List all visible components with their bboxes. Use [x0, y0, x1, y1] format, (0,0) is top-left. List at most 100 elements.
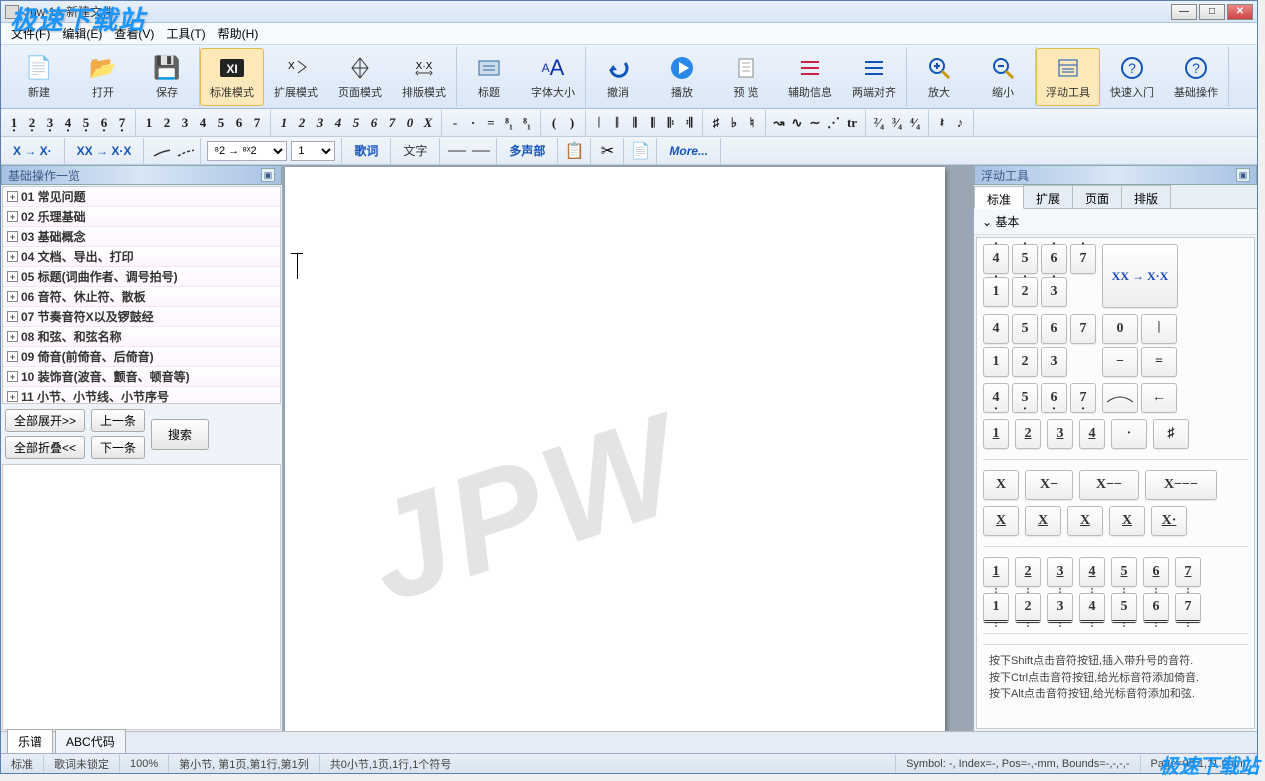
expand-icon[interactable]: + — [7, 351, 18, 362]
pad-chord1-1[interactable]: 2 — [1015, 557, 1041, 587]
pad-1[interactable]: 1 — [983, 347, 1009, 377]
tab-score[interactable]: 乐谱 — [7, 729, 53, 753]
tb2-r1-0[interactable]: 1 — [5, 112, 23, 134]
fontsize-button[interactable]: AA字体大小 — [521, 48, 585, 106]
tree-item-9[interactable]: +09 倚音(前倚音、后倚音) — [3, 347, 280, 367]
tree-item-5[interactable]: +05 标题(词曲作者、调号拍号) — [3, 267, 280, 287]
pad-chord1-0[interactable]: 1 — [983, 557, 1009, 587]
pad-x-0[interactable]: X — [983, 470, 1019, 500]
pad-bar[interactable]: 𝄀 — [1141, 314, 1177, 344]
pad-chord2-4[interactable]: 5 — [1111, 593, 1137, 623]
hline2-icon[interactable] — [470, 142, 490, 160]
floattool-button[interactable]: 浮动工具 — [1036, 48, 1100, 106]
pad-chord2-3[interactable]: 4 — [1079, 593, 1105, 623]
lyrics-button[interactable]: 歌词 — [348, 140, 384, 161]
pad-1u[interactable]: 1 — [983, 419, 1009, 449]
tb2-r1-4[interactable]: 5 — [77, 112, 95, 134]
expand-icon[interactable]: + — [7, 311, 18, 322]
pad-2u[interactable]: 2 — [1015, 419, 1041, 449]
expand-icon[interactable]: + — [7, 231, 18, 242]
pad-3hi[interactable]: 3 — [1041, 277, 1067, 307]
tb2-r2-4[interactable]: 5 — [212, 112, 230, 134]
tb2-bars-4[interactable]: 𝄆 — [662, 112, 680, 134]
tb2-r2-2[interactable]: 3 — [176, 112, 194, 134]
basics-close-icon[interactable]: ▣ — [261, 168, 275, 182]
tb2-r3-1[interactable]: 2 — [293, 112, 311, 134]
paste-icon[interactable]: 📄 — [630, 142, 650, 160]
tuplet-combo[interactable]: ⁸2 → ⁸ˣ2 — [207, 141, 287, 161]
tb2-dash-0[interactable]: - — [446, 112, 464, 134]
pad-chord1-3[interactable]: 4 — [1079, 557, 1105, 587]
pad-7hi[interactable]: 7 — [1070, 244, 1096, 274]
tb2-r3-3[interactable]: 4 — [329, 112, 347, 134]
value-combo[interactable]: 1 — [291, 141, 335, 161]
tab-layout[interactable]: 排版 — [1121, 185, 1171, 208]
tb2-dash-3[interactable]: ⁸₁ — [500, 112, 518, 134]
tb2-r1-3[interactable]: 4 — [59, 112, 77, 134]
pad-xu-4[interactable]: X· — [1151, 506, 1187, 536]
expand-icon[interactable]: + — [7, 191, 18, 202]
tree-item-4[interactable]: +04 文档、导出、打印 — [3, 247, 280, 267]
collapse-all-button[interactable]: 全部折叠<< — [5, 436, 85, 459]
pad-chord1-4[interactable]: 5 — [1111, 557, 1137, 587]
layout-mode-button[interactable]: X·X排版模式 — [392, 48, 456, 106]
pad-x-2[interactable]: X−− — [1079, 470, 1139, 500]
pad-5[interactable]: 5 — [1012, 314, 1038, 344]
tb2-dash-1[interactable]: · — [464, 112, 482, 134]
copy-icon[interactable]: 📋 — [564, 142, 584, 160]
tb2-r2-3[interactable]: 4 — [194, 112, 212, 134]
justify-button[interactable]: 两端对齐 — [842, 48, 906, 106]
tree-item-2[interactable]: +02 乐理基础 — [3, 207, 280, 227]
pad-chord2-0[interactable]: 1 — [983, 593, 1009, 623]
undo-button[interactable]: 撤消 — [586, 48, 650, 106]
pad-3u[interactable]: 3 — [1047, 419, 1073, 449]
pad-xu-2[interactable]: X — [1067, 506, 1103, 536]
tb2-orn-0[interactable]: ↝ — [770, 112, 788, 134]
tie-arc1-icon[interactable] — [150, 142, 170, 160]
tb2-r3-2[interactable]: 3 — [311, 112, 329, 134]
tb2-r3-8[interactable]: X — [419, 112, 437, 134]
tb2-bars-3[interactable]: 𝄃 — [644, 112, 662, 134]
tb2-r3-7[interactable]: 0 — [401, 112, 419, 134]
pad-chord1-2[interactable]: 3 — [1047, 557, 1073, 587]
pad-chord2-1[interactable]: 2 — [1015, 593, 1041, 623]
xx-to-xdotx-button[interactable]: XX → X·X — [71, 142, 138, 160]
tb2-orn-2[interactable]: ∼ — [806, 112, 824, 134]
tb2-r2-6[interactable]: 7 — [248, 112, 266, 134]
title-button[interactable]: 标题 — [457, 48, 521, 106]
tab-standard[interactable]: 标准 — [974, 186, 1024, 209]
pad-x-3[interactable]: X−−− — [1145, 470, 1217, 500]
score-canvas[interactable]: JPW — [283, 165, 973, 731]
pad-chord1-5[interactable]: 6 — [1143, 557, 1169, 587]
minimize-button[interactable]: — — [1171, 4, 1197, 20]
pad-5lo[interactable]: 5 — [1012, 383, 1038, 413]
tb2-bars-5[interactable]: 𝄇 — [680, 112, 698, 134]
tb2-dash-4[interactable]: ⁸₁ — [518, 112, 536, 134]
tree-item-11[interactable]: +11 小节、小节线、小节序号 — [3, 387, 280, 404]
pad-6[interactable]: 6 — [1041, 314, 1067, 344]
menu-tool[interactable]: 工具(T) — [160, 23, 211, 44]
pad-chord1-6[interactable]: 7 — [1175, 557, 1201, 587]
pad-dot[interactable]: · — [1111, 419, 1147, 449]
tree-item-6[interactable]: +06 音符、休止符、散板 — [3, 287, 280, 307]
tb2-orn-1[interactable]: ∿ — [788, 112, 806, 134]
open-button[interactable]: 📂打开 — [71, 48, 135, 106]
tb2-r1-1[interactable]: 2 — [23, 112, 41, 134]
hline1-icon[interactable] — [446, 142, 466, 160]
tb2-r1-2[interactable]: 3 — [41, 112, 59, 134]
tb2-r3-0[interactable]: 1 — [275, 112, 293, 134]
tb2-ts-2[interactable]: ⁴⁄₄ — [906, 112, 924, 134]
topics-tree[interactable]: +01 常见问题+02 乐理基础+03 基础概念+04 文档、导出、打印+05 … — [2, 186, 281, 404]
tb2-paren-1[interactable]: ) — [563, 112, 581, 134]
section-basic-header[interactable]: ⌄ 基本 — [974, 209, 1257, 235]
auxinfo-button[interactable]: 辅助信息 — [778, 48, 842, 106]
tb2-rest-0[interactable]: 𝄽 — [933, 112, 951, 134]
tab-extend[interactable]: 扩展 — [1023, 185, 1073, 208]
next-button[interactable]: 下一条 — [91, 436, 145, 459]
tb2-r3-5[interactable]: 6 — [365, 112, 383, 134]
pad-2hi[interactable]: 2 — [1012, 277, 1038, 307]
tb2-r2-1[interactable]: 2 — [158, 112, 176, 134]
zoomout-button[interactable]: 缩小 — [971, 48, 1035, 106]
tb2-r3-4[interactable]: 5 — [347, 112, 365, 134]
tb2-r1-6[interactable]: 7 — [113, 112, 131, 134]
